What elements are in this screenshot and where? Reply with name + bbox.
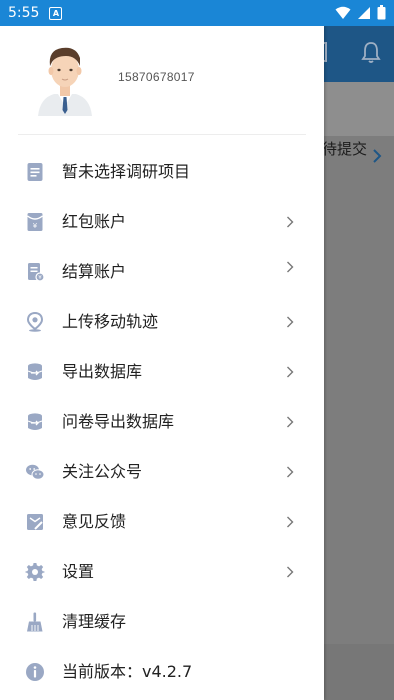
menu-item-follow-official-account[interactable]: 关注公众号 — [0, 447, 324, 497]
wifi-icon — [335, 6, 351, 19]
menu-item-label: 意见反馈 — [62, 512, 127, 531]
menu-item-red-envelope-account[interactable]: ¥ 红包账户 — [0, 197, 324, 247]
system-icons — [335, 5, 386, 20]
chevron-right-icon — [287, 261, 294, 273]
menu-item-label: 导出数据库 — [62, 362, 143, 381]
svg-text:¥: ¥ — [33, 222, 38, 230]
menu-item-label: 问卷导出数据库 — [62, 412, 175, 431]
menu-item-label: 结算账户 — [62, 262, 127, 281]
menu-item-feedback[interactable]: 意见反馈 — [0, 497, 324, 547]
menu-item-label: 暂未选择调研项目 — [62, 162, 191, 181]
menu-item-survey-project[interactable]: 暂未选择调研项目 — [0, 147, 324, 197]
receipt-icon: ¥ — [28, 263, 45, 282]
signal-icon — [358, 6, 370, 19]
chevron-right-icon — [287, 366, 294, 378]
gear-icon — [25, 562, 45, 581]
menu-item-export-database[interactable]: 导出数据库 — [0, 347, 324, 397]
avatar[interactable] — [36, 40, 94, 116]
pending-submit-label: 待提交 — [322, 140, 368, 158]
database-export-icon — [27, 363, 43, 380]
document-list-icon — [27, 163, 43, 181]
info-icon — [26, 663, 44, 681]
wechat-icon — [26, 464, 45, 480]
drawer-menu: 暂未选择调研项目 ¥ 红包账户 ¥ 结算账户 上传移动轨迹 导出数据库 问卷导出… — [0, 147, 324, 697]
status-time: 5:55 — [8, 5, 40, 21]
menu-item-questionnaire-export-database[interactable]: 问卷导出数据库 — [0, 397, 324, 447]
version-label: 当前版本：v4.2.7 — [62, 662, 193, 681]
menu-item-label: 清理缓存 — [62, 612, 127, 631]
phone-number: 15870678017 — [118, 70, 195, 84]
navigation-drawer: 15870678017 暂未选择调研项目 ¥ 红包账户 ¥ 结算账户 上传移动轨… — [0, 26, 324, 700]
profile-header[interactable]: 15870678017 — [0, 26, 324, 134]
menu-item-version: 当前版本：v4.2.7 — [0, 647, 324, 697]
chevron-right-icon — [287, 516, 294, 528]
notification-badge: A — [49, 6, 63, 20]
status-bar: 5:55 A — [0, 0, 394, 26]
chevron-right-icon — [287, 416, 294, 428]
chevron-right-icon — [287, 466, 294, 478]
chevron-right-icon — [287, 216, 294, 228]
chevron-right-icon — [373, 149, 382, 163]
location-pin-icon — [26, 312, 44, 332]
bell-icon[interactable] — [360, 40, 382, 64]
svg-text:¥: ¥ — [38, 275, 42, 281]
chevron-right-icon — [287, 316, 294, 328]
divider — [18, 134, 306, 135]
database-export-icon — [27, 413, 43, 430]
menu-item-label: 设置 — [62, 562, 95, 581]
broom-icon — [27, 612, 43, 632]
battery-icon — [377, 5, 386, 20]
feedback-icon — [27, 514, 43, 530]
menu-item-upload-track[interactable]: 上传移动轨迹 — [0, 297, 324, 347]
menu-item-clear-cache[interactable]: 清理缓存 — [0, 597, 324, 647]
menu-item-label: 上传移动轨迹 — [62, 312, 159, 331]
menu-item-label: 红包账户 — [62, 212, 127, 231]
menu-item-label: 关注公众号 — [62, 462, 143, 481]
menu-item-settings[interactable]: 设置 — [0, 547, 324, 597]
chevron-right-icon — [287, 566, 294, 578]
bottom-bar — [324, 644, 394, 700]
red-envelope-icon: ¥ — [27, 213, 43, 231]
menu-item-settlement-account[interactable]: ¥ 结算账户 — [0, 247, 324, 297]
